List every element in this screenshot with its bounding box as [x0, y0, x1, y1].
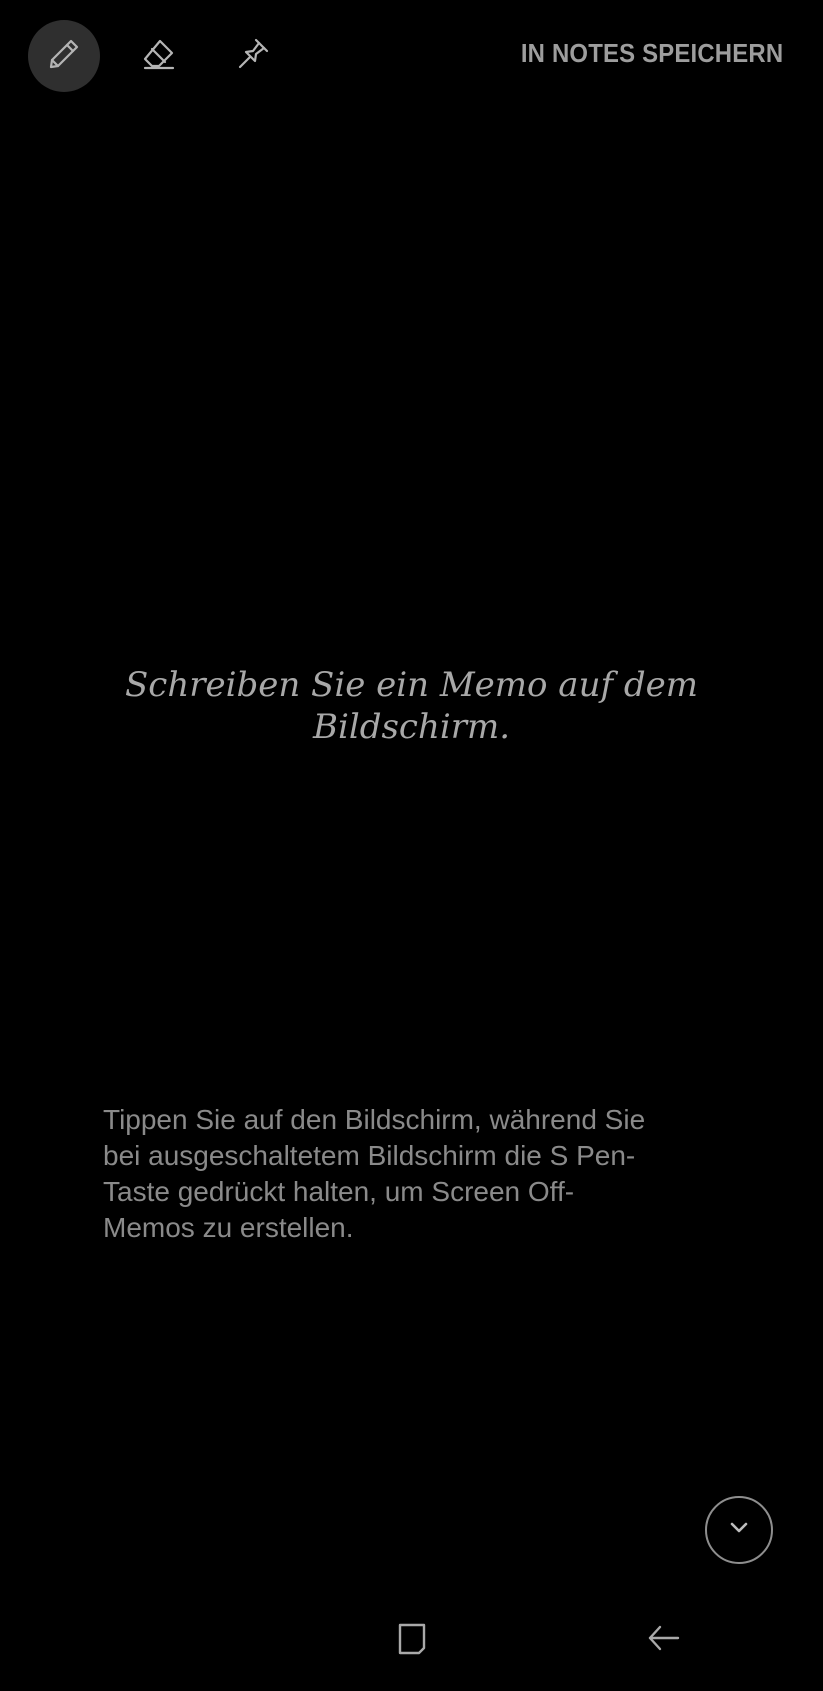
navigation-bar	[0, 1590, 823, 1691]
pin-icon	[233, 34, 273, 79]
memo-hint: Schreiben Sie ein Memo auf dem Bildschir…	[124, 665, 698, 747]
save-to-notes-button[interactable]: IN NOTES SPEICHERN	[521, 38, 783, 69]
instruction-text: Tippen Sie auf den Bildschirm, während S…	[103, 1104, 646, 1243]
recent-apps-icon	[392, 1618, 432, 1663]
pin-tool-button[interactable]	[217, 20, 289, 92]
collapse-button[interactable]	[705, 1496, 773, 1564]
pen-tool-button[interactable]	[28, 20, 100, 92]
recent-apps-button[interactable]	[384, 1612, 440, 1668]
pen-icon	[44, 34, 84, 79]
back-arrow-icon	[644, 1618, 684, 1663]
chevron-down-icon	[724, 1513, 754, 1548]
eraser-icon	[139, 34, 179, 79]
back-button[interactable]	[636, 1612, 692, 1668]
eraser-tool-button[interactable]	[123, 20, 195, 92]
toolbar: IN NOTES SPEICHERN	[0, 0, 823, 112]
